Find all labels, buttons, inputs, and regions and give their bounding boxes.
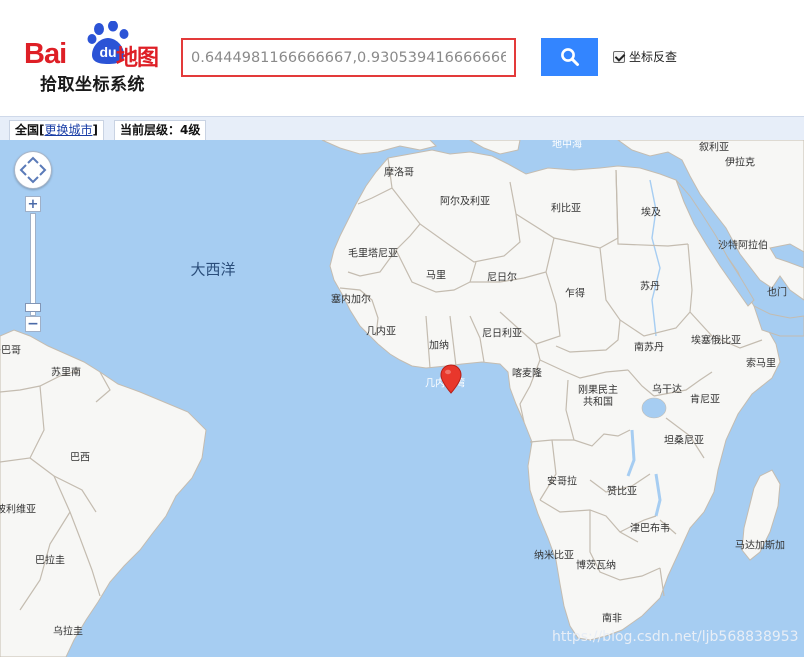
land-south-america [0, 329, 207, 657]
zoom-level-value: 4级 [180, 123, 201, 137]
watermark-text: https://blog.csdn.net/ljb568838953 [552, 629, 799, 645]
reverse-lookup-toggle[interactable]: 坐标反查 [613, 48, 677, 65]
map-toolbar: 全国[更换城市] 当前层级：4级 [0, 116, 804, 141]
map-label-libya: 利比亚 [551, 203, 581, 215]
map-label-bolivia: 玻利维亚 [0, 504, 36, 516]
zoom-level-tab: 当前层级：4级 [114, 120, 207, 141]
city-tab: 全国[更换城市] [9, 120, 104, 141]
map-label-suriname: 苏里南 [51, 367, 81, 379]
map-label-uruguay: 乌拉圭 [53, 626, 83, 638]
map-label-uganda: 乌干达 [652, 384, 682, 396]
pan-control[interactable] [14, 151, 52, 189]
map-label-tanzania: 坦桑尼亚 [664, 435, 704, 447]
map-label-drc: 刚果民主 共和国 [578, 385, 618, 408]
map-label-ocean: 大西洋 [190, 260, 236, 279]
city-current: 全国 [15, 123, 40, 137]
land-europe-east [468, 140, 521, 155]
map-label-chad: 乍得 [565, 288, 585, 300]
map-label-egypt: 埃及 [641, 207, 661, 219]
map-label-iraq: 伊拉克 [725, 157, 755, 169]
reverse-lookup-label: 坐标反查 [629, 50, 678, 64]
map-label-sudan: 苏丹 [640, 281, 660, 293]
map-label-mauritania: 毛里塔尼亚 [348, 248, 398, 260]
logo-brand-text: Bai [24, 38, 67, 70]
map-label-trinidad: 多巴哥 [0, 345, 21, 357]
map-label-somalia: 索马里 [746, 358, 776, 370]
map-label-mediterranean: 地中海 [552, 140, 582, 151]
search-icon [560, 48, 579, 66]
map-label-syria: 叙利亚 [699, 142, 729, 154]
map-label-paraguay: 巴拉圭 [35, 555, 65, 567]
logo-du-text: du [99, 44, 116, 60]
location-pin-icon[interactable] [439, 364, 463, 394]
map-label-guinea: 几内亚 [366, 326, 396, 338]
map-label-saudi-arabia: 沙特阿拉伯 [718, 240, 768, 252]
map-label-kenya: 肯尼亚 [690, 394, 720, 406]
baidu-map-logo[interactable]: Bai du 地图 拾取坐标系统 [22, 20, 172, 100]
search-button[interactable] [541, 38, 598, 76]
zoom-out-button[interactable]: − [25, 316, 41, 332]
map-label-senegal: 塞内加尔 [331, 294, 371, 306]
map-label-nigeria: 尼日利亚 [482, 328, 522, 340]
map-label-yemen: 也门 [767, 287, 787, 299]
pan-arrows-icon [19, 156, 47, 184]
map-label-brazil: 巴西 [70, 452, 90, 464]
app-root: Bai du 地图 拾取坐标系统 坐标反查 [0, 0, 804, 657]
coordinate-search-input[interactable] [183, 40, 514, 75]
zoom-slider-track[interactable] [30, 213, 36, 316]
map-label-ethiopia: 埃塞俄比亚 [691, 335, 741, 347]
reverse-lookup-checkbox[interactable] [613, 50, 625, 63]
map-label-botswana: 博茨瓦纳 [576, 560, 616, 572]
map-label-zambia: 赞比亚 [607, 486, 637, 498]
logo-subtitle: 拾取坐标系统 [40, 75, 145, 95]
map-label-south-sudan: 南苏丹 [634, 342, 664, 354]
logo-map-text: 地图 [116, 46, 159, 71]
zoom-slider-handle[interactable] [25, 303, 41, 312]
map-label-morocco: 摩洛哥 [384, 167, 414, 179]
map-label-south-africa: 南非 [602, 613, 622, 625]
map-label-madagascar: 马达加斯加 [735, 540, 785, 552]
lake-victoria [641, 397, 667, 419]
map-label-niger: 尼日尔 [487, 272, 517, 284]
search-box [181, 38, 516, 77]
map-label-algeria: 阿尔及利亚 [440, 196, 490, 208]
change-city-link[interactable]: 更换城市 [45, 123, 93, 137]
zoom-level-label: 当前层级： [120, 123, 181, 137]
map-label-mali: 马里 [426, 270, 446, 282]
header: Bai du 地图 拾取坐标系统 坐标反查 [0, 0, 804, 116]
zoom-in-button[interactable]: + [25, 196, 41, 212]
map-canvas[interactable]: 大西洋 地中海 摩洛哥 阿尔及利亚 利比亚 埃及 叙利亚 伊拉克 沙特阿拉伯 也… [0, 140, 804, 657]
map-label-ghana: 加纳 [429, 340, 449, 352]
map-label-angola: 安哥拉 [547, 476, 577, 488]
map-label-zimbabwe: 津巴布韦 [630, 523, 670, 535]
city-bracket-close: ] [92, 123, 98, 137]
map-label-cameroon: 喀麦隆 [512, 368, 542, 380]
map-label-namibia: 纳米比亚 [534, 550, 574, 562]
map-base-layer [0, 140, 804, 657]
